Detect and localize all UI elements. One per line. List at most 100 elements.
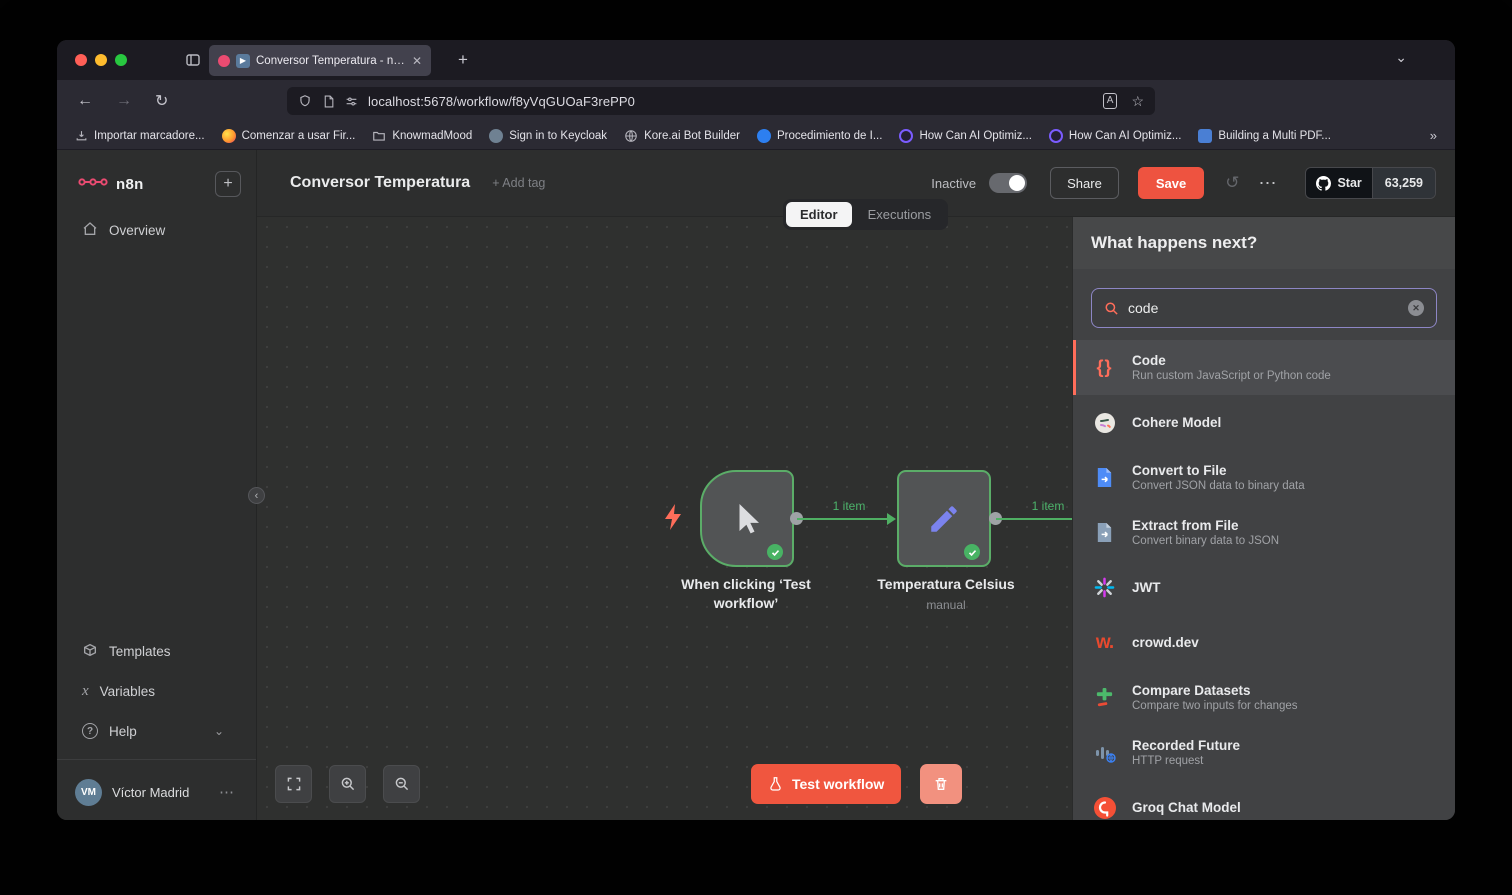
media-play-icon: ▶ xyxy=(236,53,250,68)
jwt-icon xyxy=(1091,577,1118,598)
home-icon xyxy=(82,221,98,240)
tab-title: Conversor Temperatura - n8... xyxy=(256,54,406,67)
user-menu[interactable]: VM Víctor Madrid ⋯ xyxy=(57,768,256,816)
tab-close-icon[interactable]: ✕ xyxy=(412,55,422,67)
user-name: Víctor Madrid xyxy=(112,784,190,800)
node-item-crowd-dev[interactable]: w. crowd.dev xyxy=(1073,615,1455,670)
search-icon xyxy=(1105,302,1118,315)
activate-toggle[interactable] xyxy=(989,173,1028,193)
node-item-recorded-future[interactable]: Recorded Future HTTP request xyxy=(1073,725,1455,780)
pdf-site-icon xyxy=(1198,128,1213,143)
add-tag-button[interactable]: + Add tag xyxy=(492,176,545,190)
test-workflow-button[interactable]: Test workflow xyxy=(751,764,902,804)
bookmarks-overflow-chevron[interactable]: » xyxy=(1430,128,1455,143)
browser-tab[interactable]: ▶ Conversor Temperatura - n8... ✕ xyxy=(209,45,431,76)
tab-executions[interactable]: Executions xyxy=(854,202,946,227)
sidebar-item-help[interactable]: ? Help ⌄ xyxy=(57,711,256,751)
delete-button[interactable] xyxy=(920,764,962,804)
node-temperatura-celsius[interactable] xyxy=(897,470,991,567)
sidebar-item-templates[interactable]: Templates xyxy=(57,631,256,671)
flask-icon xyxy=(770,777,781,791)
ai-site-icon xyxy=(1048,128,1063,143)
node-item-convert-to-file[interactable]: Convert to File Convert JSON data to bin… xyxy=(1073,450,1455,505)
connection-line[interactable] xyxy=(797,518,889,520)
panel-title: What happens next? xyxy=(1073,217,1455,269)
workflow-canvas[interactable]: 1 item 1 item When clicking ‘Test workfl… xyxy=(257,217,1072,820)
cursor-icon xyxy=(739,503,759,533)
node-item-code[interactable]: {} Code Run custom JavaScript or Python … xyxy=(1073,340,1455,395)
add-workflow-button[interactable]: + xyxy=(215,171,241,197)
success-check-icon xyxy=(767,544,783,560)
back-button[interactable]: ← xyxy=(77,92,93,110)
connection-items-label: 1 item xyxy=(832,499,866,513)
code-node-icon: {} xyxy=(1096,357,1113,377)
clear-search-icon[interactable]: ✕ xyxy=(1408,300,1424,316)
bookmark-item[interactable]: Sign in to Keycloak xyxy=(482,125,614,147)
bookmark-item[interactable]: Importar marcadore... xyxy=(67,125,212,147)
connection-line[interactable] xyxy=(996,518,1072,520)
node-label: When clicking ‘Test workflow’ xyxy=(681,576,811,611)
browser-navbar: ← → ↻ localhost:5678/workflow/f8yVqGUOaF… xyxy=(57,80,1455,147)
trash-icon xyxy=(935,778,947,790)
node-item-extract-from-file[interactable]: Extract from File Convert binary data to… xyxy=(1073,505,1455,560)
active-state-label: Inactive xyxy=(931,175,977,191)
workflow-title[interactable]: Conversor Temperatura xyxy=(290,174,470,192)
forward-button[interactable]: → xyxy=(116,92,132,110)
bookmark-item[interactable]: How Can AI Optimiz... xyxy=(892,125,1038,147)
firefox-icon xyxy=(221,128,236,143)
close-window-button[interactable] xyxy=(75,54,87,66)
sidebar-item-variables[interactable]: x Variables xyxy=(57,671,256,711)
node-item-cohere-model[interactable]: Cohere Model xyxy=(1073,395,1455,450)
user-options-icon[interactable]: ⋯ xyxy=(219,783,234,801)
browser-window: ▶ Conversor Temperatura - n8... ✕ + ⌄ ← … xyxy=(57,40,1455,820)
sidebar-collapse-button[interactable]: ‹ xyxy=(248,487,265,504)
success-check-icon xyxy=(964,544,980,560)
zoom-window-button[interactable] xyxy=(115,54,127,66)
node-creator-panel: What happens next? ✕ {} Code Run custom … xyxy=(1072,217,1455,820)
extract-from-file-icon xyxy=(1091,521,1118,544)
crowd-dev-icon: w. xyxy=(1095,631,1114,653)
bookmarks-bar: Importar marcadore... Comenzar a usar Fi… xyxy=(57,122,1455,150)
bookmark-item[interactable]: How Can AI Optimiz... xyxy=(1042,125,1188,147)
n8n-logo-icon[interactable] xyxy=(78,174,110,195)
bookmark-item[interactable]: Building a Multi PDF... xyxy=(1191,125,1338,147)
node-item-jwt[interactable]: JWT xyxy=(1073,560,1455,615)
node-manual-trigger[interactable] xyxy=(700,470,794,567)
pencil-icon xyxy=(931,505,957,532)
history-icon[interactable]: ↺ xyxy=(1225,173,1239,193)
variables-icon: x xyxy=(82,682,89,699)
reload-button[interactable]: ↻ xyxy=(155,91,168,111)
new-tab-button[interactable]: + xyxy=(451,48,475,72)
minimize-window-button[interactable] xyxy=(95,54,107,66)
translate-icon[interactable]: A xyxy=(1102,93,1118,109)
workflow-options-icon[interactable]: ⋯ xyxy=(1258,173,1276,194)
zoom-to-fit-button[interactable] xyxy=(275,765,312,803)
page-info-icon[interactable] xyxy=(322,95,335,108)
node-search-input[interactable] xyxy=(1128,300,1399,316)
permissions-tune-icon[interactable] xyxy=(345,95,358,108)
bookmark-item[interactable]: Kore.ai Bot Builder xyxy=(617,125,747,147)
tab-editor[interactable]: Editor xyxy=(786,202,852,227)
firefox-view-icon[interactable] xyxy=(185,52,201,68)
sidebar-item-overview[interactable]: Overview xyxy=(57,210,256,250)
bookmark-star-icon[interactable]: ☆ xyxy=(1131,93,1144,110)
zoom-out-button[interactable] xyxy=(383,765,420,803)
bookmark-item[interactable]: Procedimiento de I... xyxy=(750,125,889,147)
save-button[interactable]: Save xyxy=(1137,167,1205,199)
bookmark-item[interactable]: Comenzar a usar Fir... xyxy=(215,125,363,147)
n8n-logo-text[interactable]: n8n xyxy=(116,176,144,193)
node-item-compare-datasets[interactable]: Compare Datasets Compare two inputs for … xyxy=(1073,670,1455,725)
shield-icon[interactable] xyxy=(298,94,312,108)
recorded-future-icon xyxy=(1091,742,1118,764)
tab-list-chevron-icon[interactable]: ⌄ xyxy=(1395,49,1407,66)
github-star-badge[interactable]: Star 63,259 xyxy=(1305,167,1436,199)
help-icon: ? xyxy=(82,723,98,739)
keycloak-icon xyxy=(489,128,504,143)
bookmark-item[interactable]: KnowmadMood xyxy=(365,125,479,147)
node-search-box[interactable]: ✕ xyxy=(1091,288,1437,328)
share-button[interactable]: Share xyxy=(1050,167,1119,199)
zoom-in-button[interactable] xyxy=(329,765,366,803)
import-bookmarks-icon xyxy=(74,129,88,143)
url-bar[interactable]: localhost:5678/workflow/f8yVqGUOaF3rePP0… xyxy=(287,87,1155,115)
node-item-groq-chat-model[interactable]: Groq Chat Model xyxy=(1073,780,1455,820)
